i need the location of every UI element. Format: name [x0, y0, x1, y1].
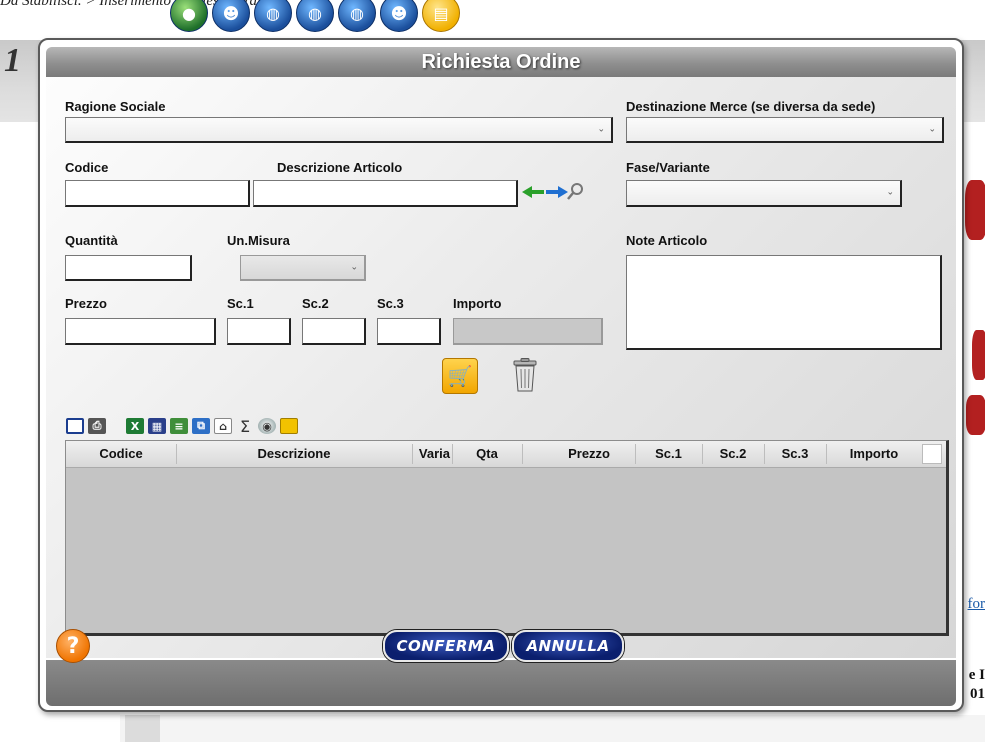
- help-button[interactable]: ?: [56, 629, 90, 663]
- col-sc1[interactable]: Sc.1: [635, 441, 702, 467]
- dialog-header: Richiesta Ordine: [46, 47, 956, 77]
- chevron-down-icon: ⌄: [886, 187, 894, 198]
- background-iconbar: ● ☻ ◍ ◍ ◍ ☻ ▤: [170, 0, 460, 32]
- order-lines-grid[interactable]: Codice Descrizione Varia Qta Prezzo Sc.1…: [65, 440, 949, 636]
- print-icon[interactable]: ⎙: [88, 418, 106, 434]
- background-decoration: [966, 395, 985, 435]
- dialog-footer: [46, 660, 956, 706]
- background-decoration: [965, 180, 985, 240]
- sc1-label: Sc.1: [227, 296, 254, 311]
- background-header: Da Stabilisci. > Inserimento Richieste O…: [0, 0, 985, 40]
- col-importo[interactable]: Importo: [826, 441, 922, 467]
- folder-icon[interactable]: [280, 418, 298, 434]
- background-bottom: [120, 715, 985, 742]
- trash-icon[interactable]: [510, 358, 540, 392]
- ragione-sociale-label: Ragione Sociale: [65, 99, 166, 114]
- select-all-checkbox[interactable]: [922, 444, 942, 464]
- descrizione-articolo-input[interactable]: [253, 180, 518, 207]
- col-codice[interactable]: Codice: [66, 441, 176, 467]
- table-icon[interactable]: ▦: [148, 418, 166, 434]
- sc1-input[interactable]: [227, 318, 291, 345]
- col-sc3[interactable]: Sc.3: [764, 441, 826, 467]
- note-articolo-textarea[interactable]: [626, 255, 942, 350]
- col-qta[interactable]: Qta: [452, 441, 522, 467]
- descrizione-articolo-label: Descrizione Articolo: [277, 160, 403, 175]
- house-edit-icon[interactable]: ⌂: [214, 418, 232, 434]
- people-icon[interactable]: ☻: [212, 0, 250, 32]
- codice-label: Codice: [65, 160, 109, 175]
- background-bottom-strip: [125, 715, 160, 742]
- col-descrizione[interactable]: Descrizione: [176, 441, 412, 467]
- un-misura-select[interactable]: ⌄: [240, 255, 366, 281]
- chevron-down-icon: ⌄: [928, 124, 936, 134]
- col-variante[interactable]: Varia: [412, 441, 452, 467]
- fase-variante-select[interactable]: ⌄: [626, 180, 902, 207]
- confirm-button[interactable]: CONFERMA: [383, 630, 509, 662]
- notes-icon[interactable]: ▤: [422, 0, 460, 32]
- quantita-label: Quantità: [65, 233, 118, 248]
- fase-variante-label: Fase/Variante: [626, 160, 710, 175]
- cancel-button[interactable]: ANNULLA: [512, 630, 624, 662]
- background-text: e I: [968, 667, 985, 683]
- col-sc2[interactable]: Sc.2: [702, 441, 764, 467]
- destinazione-select[interactable]: ⌄: [626, 117, 944, 143]
- add-to-cart-icon[interactable]: 🛒: [442, 358, 478, 394]
- importo-label: Importo: [453, 296, 502, 311]
- grid-toolbar: ⎙ X ▦ ≡ ⧉ ⌂ Σ ◉: [66, 415, 298, 437]
- background-link[interactable]: for: [968, 596, 985, 613]
- grid-header: Codice Descrizione Varia Qta Prezzo Sc.1…: [66, 441, 946, 468]
- sc3-input[interactable]: [377, 318, 441, 345]
- col-prezzo[interactable]: Prezzo: [522, 441, 614, 467]
- world-icon[interactable]: ◍: [338, 0, 376, 32]
- chevron-down-icon: ⌄: [597, 124, 605, 134]
- dialog-title: Richiesta Ordine: [421, 50, 581, 73]
- destinazione-label: Destinazione Merce (se diversa da sede): [626, 99, 876, 114]
- sc3-label: Sc.3: [377, 296, 404, 311]
- window-icon[interactable]: [66, 418, 84, 434]
- excel-export-icon[interactable]: X: [126, 418, 144, 434]
- world-icon[interactable]: ◍: [254, 0, 292, 32]
- chevron-down-icon: ⌄: [350, 262, 358, 272]
- page-number: 1: [4, 42, 21, 79]
- prezzo-input[interactable]: [65, 318, 216, 345]
- search-user-icon[interactable]: ◉: [258, 418, 276, 434]
- background-decoration: [972, 330, 985, 380]
- people-icon[interactable]: ☻: [380, 0, 418, 32]
- world-icon[interactable]: ◍: [296, 0, 334, 32]
- codice-input[interactable]: [65, 180, 250, 207]
- importo-input: [453, 318, 603, 345]
- note-articolo-label: Note Articolo: [626, 233, 708, 248]
- background-text: 01: [970, 686, 985, 702]
- csv-export-icon[interactable]: ≡: [170, 418, 188, 434]
- lookup-arrows-icon[interactable]: [518, 181, 588, 203]
- sc2-input[interactable]: [302, 318, 366, 345]
- quantita-input[interactable]: [65, 255, 192, 281]
- sum-icon[interactable]: Σ: [236, 417, 254, 436]
- prezzo-label: Prezzo: [65, 296, 107, 311]
- sc2-label: Sc.2: [302, 296, 329, 311]
- copy-icon[interactable]: ⧉: [192, 418, 210, 434]
- ragione-sociale-select[interactable]: ⌄: [65, 117, 613, 143]
- globe-icon[interactable]: ●: [170, 0, 208, 32]
- un-misura-label: Un.Misura: [227, 233, 290, 248]
